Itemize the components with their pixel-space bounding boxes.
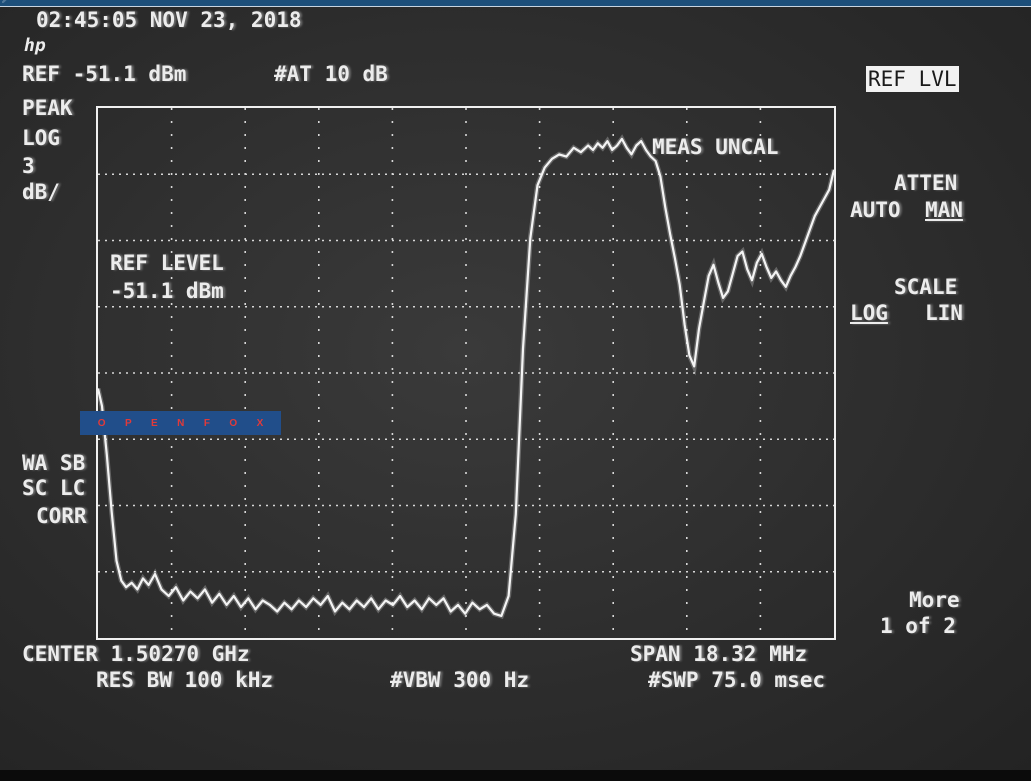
ref-readout: REF -51.1 dBm bbox=[22, 62, 187, 86]
softkey-ref-lvl[interactable]: REF LVL bbox=[866, 66, 959, 92]
center-frequency: CENTER 1.50270 GHz bbox=[22, 642, 250, 666]
spectrum-svg bbox=[98, 108, 834, 638]
ref-level-value: -51.1 dBm bbox=[110, 279, 224, 303]
softkey-scale-log[interactable]: LOG bbox=[850, 300, 888, 326]
scale-unit-label: dB/ bbox=[22, 180, 60, 204]
softkey-scale-title[interactable]: SCALE bbox=[894, 274, 957, 300]
trace-b-label: SC LC bbox=[22, 476, 86, 500]
softkey-more[interactable]: More bbox=[909, 587, 960, 613]
trace-glow bbox=[98, 134, 834, 619]
watermark-letter: P bbox=[124, 417, 132, 429]
window-frame-bottom bbox=[0, 770, 1031, 781]
watermark-letter: O bbox=[229, 417, 238, 429]
softkey-atten-auto[interactable]: AUTO bbox=[850, 197, 901, 223]
trace-a-label: WA SB bbox=[22, 451, 86, 475]
vbw-readout: #VBW 300 Hz bbox=[390, 668, 530, 692]
window-frame-top: ␥ bbox=[0, 0, 1031, 7]
watermark-letter: O bbox=[97, 417, 106, 429]
meas-uncal-warning: MEAS UNCAL bbox=[652, 135, 779, 159]
watermark-letter: E bbox=[151, 417, 158, 429]
rbw-readout: RES BW 100 kHz bbox=[96, 668, 274, 692]
spectrum-plot: MEAS UNCAL REF LEVEL -51.1 dBm bbox=[96, 106, 836, 640]
scale-value-label: 3 bbox=[22, 154, 35, 178]
watermark-letter: N bbox=[177, 417, 185, 429]
sweep-readout: #SWP 75.0 msec bbox=[648, 668, 826, 692]
softkey-atten-title[interactable]: ATTEN bbox=[894, 170, 957, 196]
corr-label: CORR bbox=[36, 504, 87, 528]
span-readout: SPAN 18.32 MHz bbox=[630, 642, 808, 666]
softkey-scale-lin[interactable]: LIN bbox=[925, 300, 963, 326]
analyzer-screen: 02:45:05 NOV 23, 2018 hp REF -51.1 dBm #… bbox=[0, 7, 1031, 770]
timestamp: 02:45:05 NOV 23, 2018 bbox=[36, 8, 302, 32]
atten-readout: #AT 10 dB bbox=[274, 62, 388, 86]
watermark-letter: F bbox=[203, 417, 210, 429]
scale-type-label: LOG bbox=[22, 126, 60, 150]
softkey-atten-man[interactable]: MAN bbox=[925, 197, 963, 223]
detector-label: PEAK bbox=[22, 96, 73, 120]
watermark-letter: X bbox=[256, 417, 264, 429]
hp-logo: hp bbox=[24, 35, 46, 56]
spectrum-trace bbox=[98, 137, 834, 617]
openfox-watermark: OPENFOX bbox=[80, 411, 281, 435]
softkey-page[interactable]: 1 of 2 bbox=[880, 613, 956, 639]
ref-level-label: REF LEVEL bbox=[110, 251, 224, 275]
